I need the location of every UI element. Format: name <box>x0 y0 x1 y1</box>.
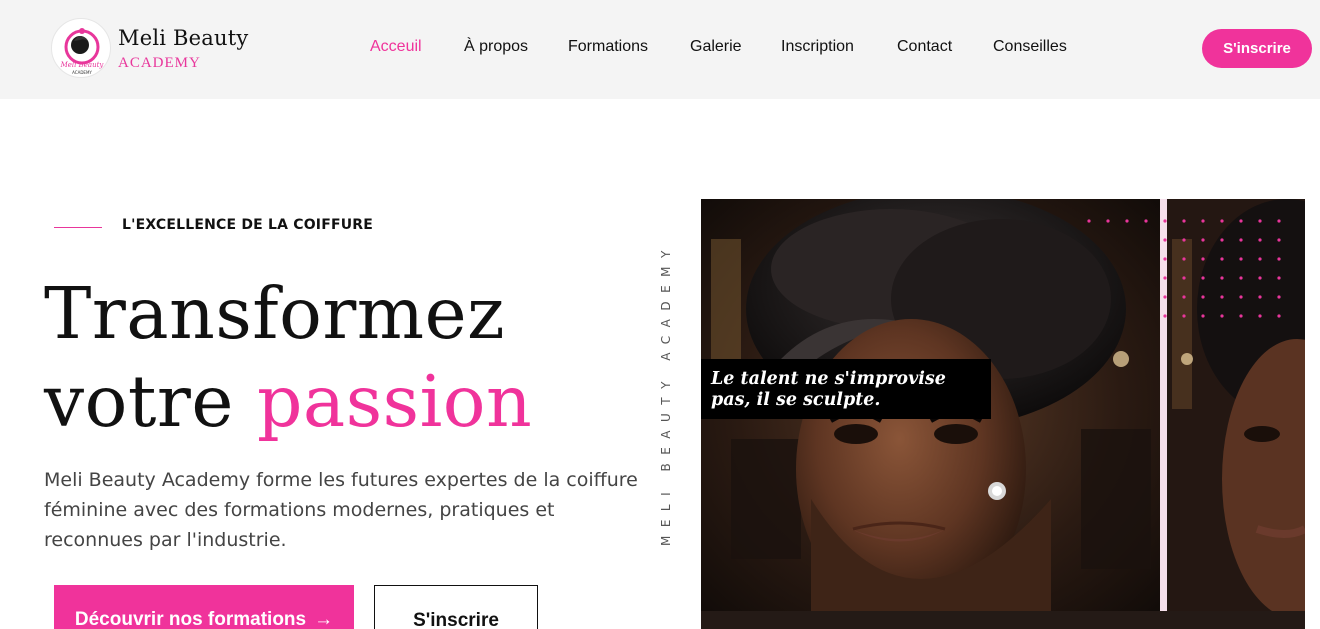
headline-line-1: Transformez <box>44 272 506 355</box>
site-header: Meli Beauty ACADEMY Meli Beauty ACADEMY … <box>0 0 1320 99</box>
pink-dot <box>1220 295 1224 299</box>
logo-text: Meli Beauty <box>60 61 105 69</box>
pink-dot <box>1220 238 1224 242</box>
pink-dot <box>1163 314 1167 318</box>
pink-dot <box>1220 314 1224 318</box>
nav-item-contact[interactable]: Contact <box>897 38 952 56</box>
headline-accent: passion <box>256 360 533 443</box>
hero-quote: Le talent ne s'improvise pas, il se scul… <box>711 369 946 410</box>
nav-item-a-propos[interactable]: À propos <box>464 38 528 56</box>
pink-dot <box>1125 219 1129 223</box>
pink-dot <box>1106 219 1110 223</box>
pink-dot <box>1258 238 1262 242</box>
image-strip-bottom <box>701 611 1305 629</box>
logo-subtext: ACADEMY <box>72 70 92 75</box>
discover-formations-button[interactable]: Découvrir nos formations → <box>54 585 354 629</box>
pink-dot <box>1277 257 1281 261</box>
nav-item-accueil[interactable]: Acceuil <box>370 38 422 56</box>
pink-dot <box>1201 314 1205 318</box>
discover-formations-label: Découvrir nos formations <box>74 609 307 629</box>
pink-dot <box>1239 276 1243 280</box>
brand-name: Meli Beauty <box>118 26 249 50</box>
pink-dot <box>1220 219 1224 223</box>
pink-dot <box>1220 257 1224 261</box>
pink-dot <box>1277 314 1281 318</box>
pink-dot <box>1201 276 1205 280</box>
logo-emblem-icon: Meli Beauty ACADEMY <box>60 28 105 75</box>
pink-dot <box>1087 219 1091 223</box>
pink-dot <box>1220 276 1224 280</box>
vertical-brand-text: MELI BEAUTY ACADEMY <box>659 242 673 546</box>
pink-dot <box>1163 238 1167 242</box>
pink-dot <box>1201 238 1205 242</box>
pink-dot <box>1182 219 1186 223</box>
pink-dot <box>1163 219 1167 223</box>
pink-dot-pattern <box>1087 219 1281 318</box>
pink-dot <box>1201 295 1205 299</box>
pink-dot <box>1182 238 1186 242</box>
pink-dot <box>1163 276 1167 280</box>
pink-dot <box>1182 257 1186 261</box>
pink-dot <box>1277 219 1281 223</box>
pink-dot <box>1239 295 1243 299</box>
pink-dot <box>1277 238 1281 242</box>
pink-dot <box>1239 219 1243 223</box>
hero-eyebrow: L'EXCELLENCE DE LA COIFFURE <box>122 217 374 233</box>
pink-dot <box>1277 295 1281 299</box>
pink-dot <box>1258 295 1262 299</box>
pink-dot <box>1144 219 1148 223</box>
pink-dot <box>1182 314 1186 318</box>
pink-dot <box>1239 238 1243 242</box>
headline-line-2: votre passion <box>44 358 532 446</box>
pink-dot <box>1258 314 1262 318</box>
brand-subtitle: ACADEMY <box>118 55 201 71</box>
pink-dot <box>1163 257 1167 261</box>
pink-dot <box>1239 314 1243 318</box>
signup-button[interactable]: S'inscrire <box>374 585 538 629</box>
nav-item-conseilles[interactable]: Conseilles <box>993 38 1067 56</box>
pink-dot <box>1182 276 1186 280</box>
pink-dot <box>1182 295 1186 299</box>
pink-dot <box>1258 257 1262 261</box>
eyebrow-divider <box>54 227 102 228</box>
brand-logo[interactable]: Meli Beauty ACADEMY <box>51 18 111 78</box>
arrow-right-icon: → <box>314 609 334 629</box>
nav-item-inscription[interactable]: Inscription <box>781 38 854 56</box>
quote-box: Le talent ne s'improvise pas, il se scul… <box>701 359 991 419</box>
hero-headline: Transformez votre passion <box>44 270 532 446</box>
header-signup-button[interactable]: S'inscrire <box>1202 29 1312 68</box>
nav-item-formations[interactable]: Formations <box>568 38 648 56</box>
pink-dot <box>1258 219 1262 223</box>
pink-dot <box>1258 276 1262 280</box>
pink-dot <box>1277 276 1281 280</box>
pink-dot <box>1201 257 1205 261</box>
pink-dot <box>1201 219 1205 223</box>
nav-item-galerie[interactable]: Galerie <box>690 38 742 56</box>
pink-dot <box>1163 295 1167 299</box>
hero-description: Meli Beauty Academy forme les futures ex… <box>44 469 638 551</box>
headline-plain: votre <box>44 360 234 443</box>
pink-dot <box>1239 257 1243 261</box>
